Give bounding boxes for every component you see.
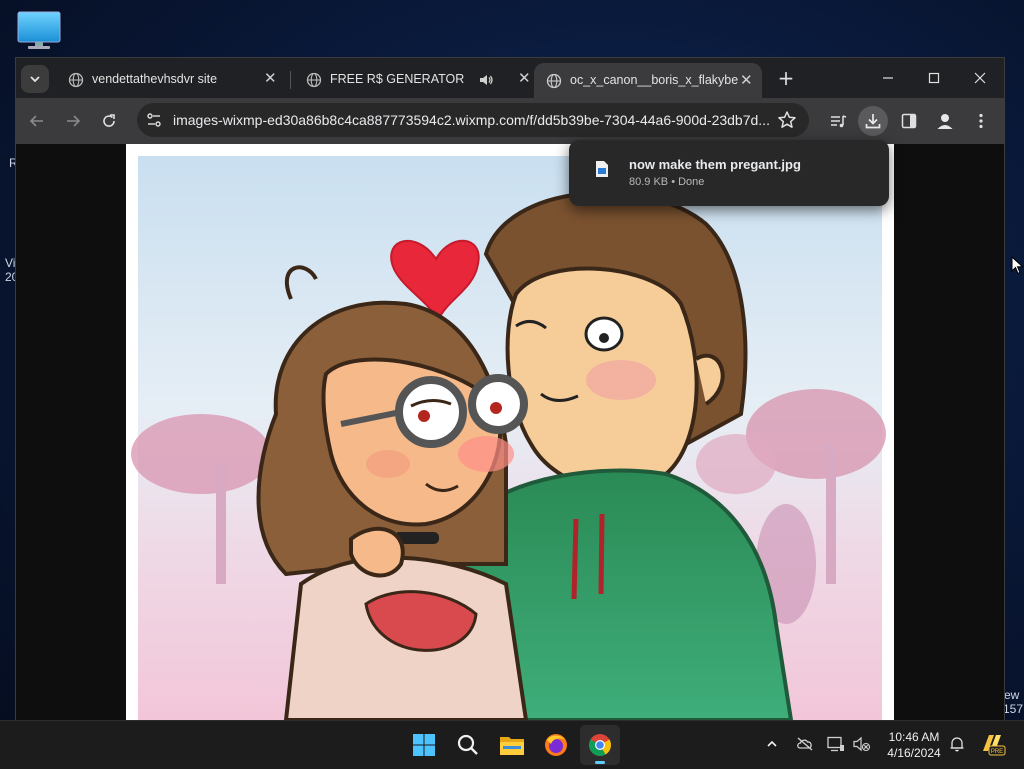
close-tab-button[interactable]: ✕ (264, 69, 277, 87)
windows-start-icon (413, 734, 435, 756)
firefox-button[interactable] (536, 725, 576, 765)
copilot-preview-button[interactable]: PRE (980, 731, 1006, 757)
minimize-button[interactable] (865, 64, 911, 92)
monitor-icon (827, 736, 844, 752)
tab-title: FREE R$ GENERATOR (330, 72, 465, 86)
url-text[interactable]: images-wixmp-ed30a86b8c4ca887773594c2.wi… (173, 112, 771, 128)
mouse-cursor-icon (1011, 256, 1024, 275)
start-button[interactable] (404, 725, 444, 765)
profile-button[interactable] (930, 106, 960, 136)
desktop-text-fragment: 157 (1003, 702, 1024, 716)
file-explorer-icon (500, 737, 524, 755)
display-tray-button[interactable] (825, 733, 847, 755)
system-clock[interactable]: 10:46 AM 4/16/2024 (880, 729, 948, 761)
tab-title: oc_x_canon__boris_x_flakybea_ (570, 73, 738, 87)
profile-avatar-icon (937, 114, 953, 129)
download-status: 80.9 KB • Done (629, 176, 705, 188)
tab-oc-x-canon[interactable]: oc_x_canon__boris_x_flakybea_ ✕ (534, 63, 762, 98)
maximize-button[interactable] (911, 64, 957, 92)
volume-muted-icon (853, 736, 871, 752)
clock-time: 10:46 AM (888, 730, 940, 744)
forward-button[interactable] (58, 106, 88, 136)
chrome-icon (589, 734, 611, 756)
download-icon (865, 114, 881, 129)
media-controls-button[interactable] (823, 106, 853, 136)
chrome-button[interactable] (580, 725, 620, 765)
cloud-offline-icon (797, 737, 813, 751)
volume-tray-button[interactable] (851, 733, 873, 755)
copilot-pre-icon: PRE (983, 735, 1006, 756)
globe-icon (306, 72, 322, 88)
maximize-icon (928, 72, 940, 84)
file-explorer-button[interactable] (492, 725, 532, 765)
minimize-icon (883, 77, 893, 79)
clock-date: 4/16/2024 (887, 746, 941, 760)
svg-text:PRE: PRE (991, 749, 1003, 755)
image-file-icon (596, 161, 608, 177)
bell-icon (950, 737, 964, 752)
download-bubble[interactable]: now make them pregant.jpg 80.9 KB • Done (569, 140, 889, 206)
address-bar[interactable]: images-wixmp-ed30a86b8c4ca887773594c2.wi… (137, 103, 809, 137)
globe-icon (68, 72, 84, 88)
close-tab-button[interactable]: ✕ (518, 69, 531, 87)
tab-strip: vendettathevhsdvr site ✕ FREE R$ GENERAT… (16, 58, 1004, 98)
download-filename[interactable]: now make them pregant.jpg (629, 157, 801, 172)
menu-button[interactable] (966, 106, 996, 136)
browser-toolbar: images-wixmp-ed30a86b8c4ca887773594c2.wi… (16, 98, 1004, 144)
notifications-button[interactable] (946, 733, 968, 755)
back-button[interactable] (22, 106, 52, 136)
reload-button[interactable] (94, 106, 124, 136)
side-panel-icon (901, 113, 917, 129)
chevron-up-icon (767, 740, 777, 747)
desktop-text-fragment: ew (1004, 688, 1020, 702)
desktop-text-fragment: Vi (5, 256, 16, 270)
this-pc-icon[interactable] (16, 10, 62, 50)
close-tab-button[interactable]: ✕ (740, 71, 753, 89)
network-tray-button[interactable] (794, 733, 816, 755)
tab-separator (290, 71, 291, 89)
show-hidden-icons-button[interactable] (761, 733, 783, 755)
globe-icon (546, 73, 562, 89)
forward-arrow-icon (67, 115, 81, 127)
reload-icon (103, 114, 115, 127)
downloads-button[interactable] (858, 106, 888, 136)
active-app-indicator (595, 761, 605, 764)
close-icon (974, 72, 986, 84)
taskbar-search-button[interactable] (448, 725, 488, 765)
speaker-icon[interactable] (478, 72, 494, 88)
tab-free-generator[interactable]: FREE R$ GENERATOR ✕ (294, 63, 531, 95)
page-content (16, 144, 1004, 720)
displayed-image (126, 144, 894, 720)
tab-title: vendettathevhsdvr site (92, 72, 218, 86)
search-icon (457, 734, 478, 755)
media-playlist-icon (831, 115, 847, 128)
tab-vendettathevhsdvr[interactable]: vendettathevhsdvr site ✕ (56, 63, 288, 95)
back-arrow-icon (29, 115, 43, 127)
bookmark-star-icon[interactable] (777, 110, 797, 130)
firefox-icon (545, 734, 567, 756)
chevron-down-icon (30, 76, 40, 83)
tab-search-button[interactable] (21, 65, 49, 93)
site-settings-icon[interactable] (145, 111, 163, 129)
close-window-button[interactable] (957, 64, 1003, 92)
kebab-menu-icon (979, 113, 983, 129)
new-tab-button[interactable]: + (773, 66, 799, 92)
side-panel-button[interactable] (894, 106, 924, 136)
taskbar: 10:46 AM 4/16/2024 PRE (0, 720, 1024, 769)
